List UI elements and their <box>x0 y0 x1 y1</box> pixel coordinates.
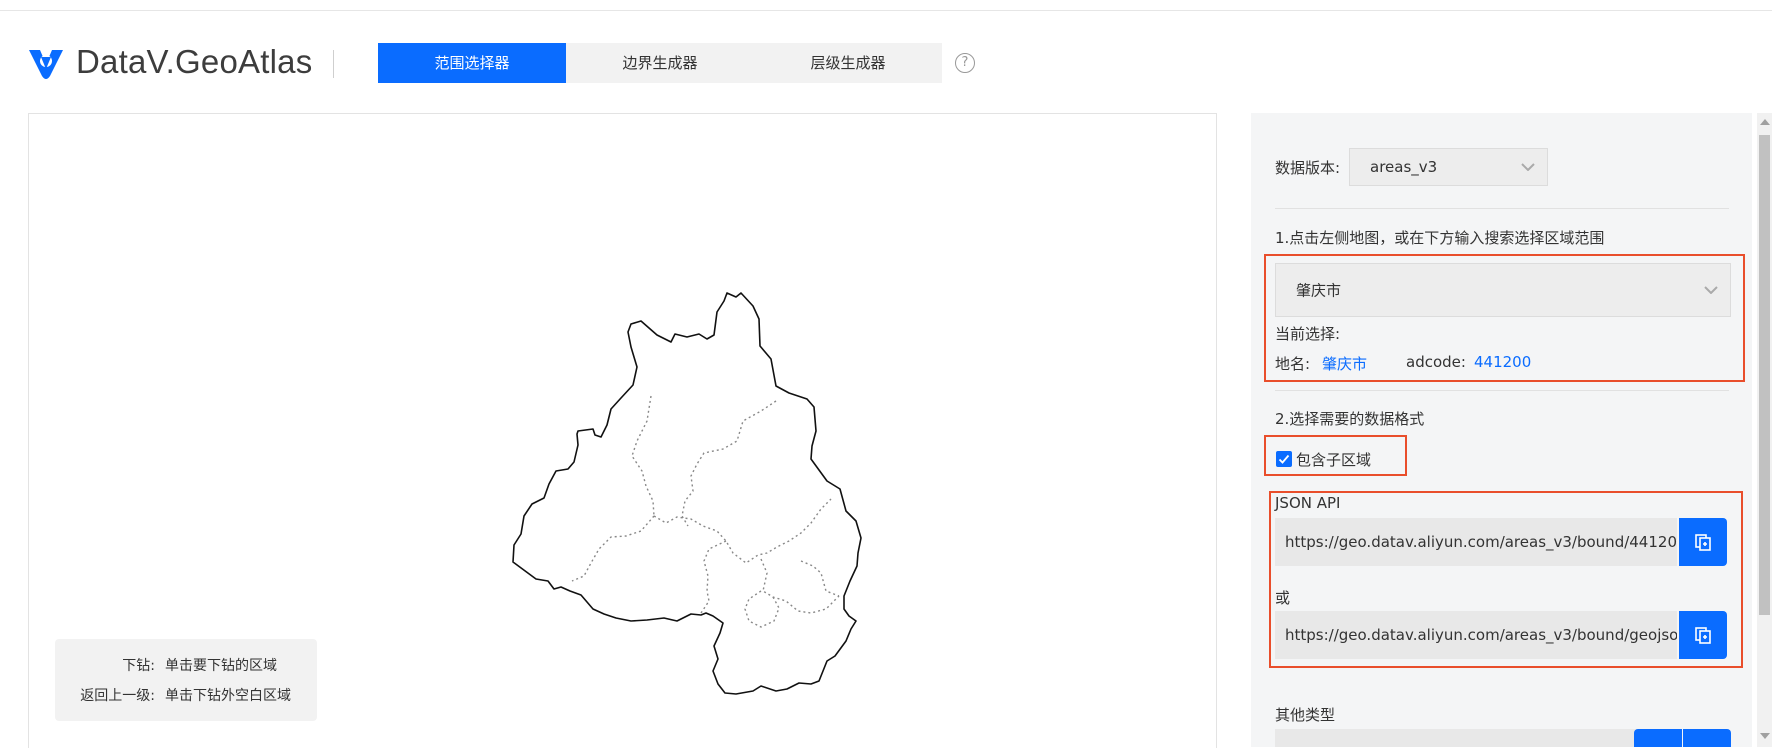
divider <box>1275 390 1729 391</box>
scrollbar-thumb[interactable] <box>1759 135 1770 615</box>
tab-range-selector[interactable]: 范围选择器 <box>378 43 566 83</box>
tool-tabs: 范围选择器 边界生成器 层级生成器 <box>378 43 942 83</box>
hint-value: 单击下钻外空白区域 <box>165 688 291 704</box>
tab-boundary-generator[interactable]: 边界生成器 <box>566 43 754 83</box>
data-version-select[interactable]: areas_v3 <box>1349 148 1548 186</box>
question-circle-icon[interactable]: ? <box>955 53 975 73</box>
logo[interactable]: DataV.GeoAtlas <box>26 42 312 82</box>
highlight-box-checkbox <box>1264 435 1407 476</box>
header-separator <box>333 50 334 78</box>
other-type-button[interactable] <box>1634 729 1682 747</box>
logo-text: DataV.GeoAtlas <box>76 43 313 80</box>
highlight-box-urls <box>1269 491 1743 668</box>
hint-value: 单击要下钻的区域 <box>165 658 277 674</box>
chevron-down-icon <box>1521 163 1535 171</box>
step2-label: 2.选择需要的数据格式 <box>1275 410 1425 428</box>
scroll-down-arrow-icon[interactable] <box>1760 733 1770 739</box>
map-panel[interactable]: 下钻: 单击要下钻的区域 返回上一级: 单击下钻外空白区域 <box>28 113 1217 748</box>
datav-logo-icon <box>29 50 63 79</box>
other-type-field[interactable] <box>1275 729 1655 747</box>
config-panel: 数据版本: areas_v3 1.点击左侧地图，或在下方输入搜索选择区域范围 肇… <box>1251 113 1752 747</box>
data-version-label: 数据版本: <box>1275 159 1341 177</box>
highlight-box-selection <box>1264 254 1745 382</box>
hint-go-up: 返回上一级: 单击下钻外空白区域 <box>55 685 291 705</box>
scroll-up-arrow-icon[interactable] <box>1760 119 1770 125</box>
panel-scrollbar[interactable] <box>1757 113 1772 747</box>
region-outline <box>512 292 862 695</box>
divider <box>1275 208 1729 209</box>
tab-level-generator[interactable]: 层级生成器 <box>754 43 942 83</box>
step1-label: 1.点击左侧地图，或在下方输入搜索选择区域范围 <box>1275 229 1605 247</box>
map-hint-box: 下钻: 单击要下钻的区域 返回上一级: 单击下钻外空白区域 <box>55 639 317 721</box>
other-types-label: 其他类型 <box>1275 706 1336 724</box>
hint-key: 返回上一级: <box>80 688 155 704</box>
top-divider <box>0 10 1772 11</box>
hint-key: 下钻: <box>122 658 155 674</box>
other-type-button[interactable] <box>1683 729 1731 747</box>
hint-drilldown: 下钻: 单击要下钻的区域 <box>55 655 277 675</box>
data-version-value: areas_v3 <box>1370 158 1438 176</box>
